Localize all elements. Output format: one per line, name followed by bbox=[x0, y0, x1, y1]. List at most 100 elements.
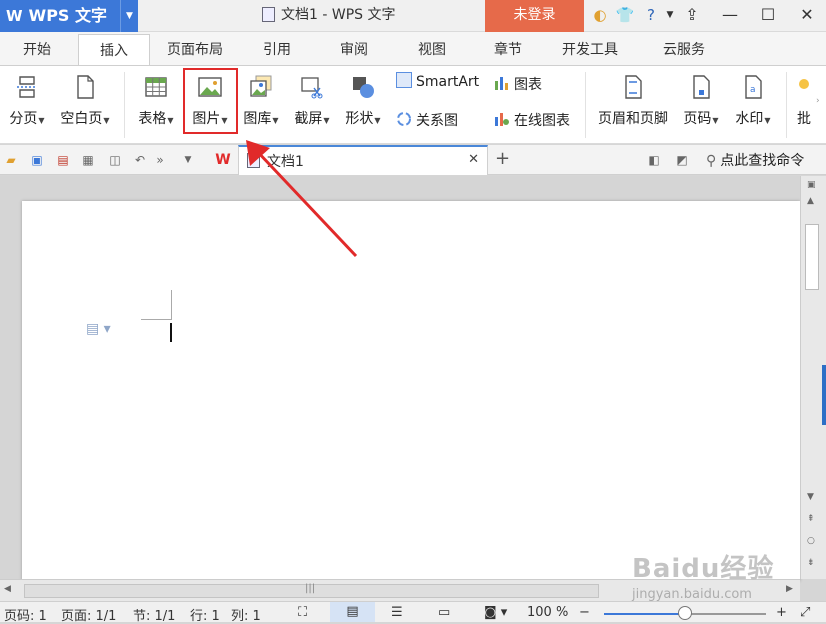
window-title-text: 文档1 - WPS 文字 bbox=[281, 7, 396, 23]
document-page[interactable]: ▤ ▾ bbox=[22, 201, 800, 581]
full-screen-icon[interactable]: ⛶ bbox=[298, 605, 307, 620]
header-footer-label: 页眉和页脚 bbox=[598, 111, 668, 127]
sync-icon[interactable]: ◐ bbox=[590, 5, 610, 25]
open-icon[interactable]: ▰ bbox=[3, 152, 19, 168]
page-break-button[interactable]: 分页▼ bbox=[4, 74, 50, 128]
tab-review[interactable]: 审阅 bbox=[326, 34, 382, 65]
header-footer-button[interactable]: 页眉和页脚 bbox=[594, 74, 672, 128]
zoom-in-icon[interactable]: + bbox=[776, 605, 787, 620]
tab-page-layout[interactable]: 页面布局 bbox=[158, 34, 232, 65]
watermark-icon: a bbox=[745, 75, 762, 99]
customize-quick-icon[interactable]: ▼ bbox=[180, 152, 196, 168]
new-tab-icon[interactable]: + bbox=[495, 148, 510, 169]
table-icon bbox=[145, 77, 167, 97]
screenshot-button[interactable]: 截屏▼ bbox=[289, 74, 335, 128]
vertical-scroll-thumb[interactable] bbox=[805, 224, 819, 290]
close-tab-icon[interactable]: ✕ bbox=[468, 152, 479, 167]
ribbon-separator bbox=[786, 72, 787, 138]
zoom-level[interactable]: 100 % bbox=[527, 605, 568, 620]
screenshot-icon bbox=[301, 77, 323, 99]
tab-home[interactable]: 开始 bbox=[8, 34, 66, 65]
web-view-icon[interactable]: ▭ bbox=[438, 605, 450, 620]
online-chart-button[interactable]: 在线图表 bbox=[494, 110, 570, 130]
status-page: 页面: 1/1 bbox=[61, 609, 117, 624]
zoom-slider-fill bbox=[604, 613, 685, 615]
more-quick-icon[interactable]: » bbox=[152, 152, 168, 168]
gallery-button[interactable]: 图库▼ bbox=[238, 74, 284, 128]
next-page-icon[interactable]: ⇟ bbox=[807, 558, 815, 568]
horizontal-scroll-thumb[interactable]: ||| bbox=[24, 583, 599, 598]
command-search[interactable]: ⚲ 点此查找命令 bbox=[706, 150, 804, 170]
document-icon bbox=[247, 153, 260, 168]
page-number-button[interactable]: 页码▼ bbox=[680, 74, 722, 128]
text-cursor bbox=[170, 323, 172, 342]
scroll-right-icon[interactable]: ▶ bbox=[786, 584, 793, 594]
undo-icon[interactable]: ↶ bbox=[132, 152, 148, 168]
page-view-icon[interactable]: ▤ bbox=[330, 602, 375, 622]
login-button[interactable]: 未登录 bbox=[485, 0, 584, 32]
browse-object-icon[interactable]: ○ bbox=[807, 536, 815, 546]
previous-page-icon[interactable]: ⇞ bbox=[807, 514, 815, 524]
tab-view[interactable]: 视图 bbox=[405, 34, 459, 65]
minimize-to-tray-icon[interactable]: ⇪ bbox=[675, 0, 709, 30]
page-break-label: 分页 bbox=[9, 111, 38, 127]
wps-logo-icon[interactable]: W bbox=[215, 152, 231, 168]
watermark-url: jingyan.baidu.com bbox=[632, 587, 752, 602]
search-icon: ⚲ bbox=[706, 153, 717, 169]
tab-list-icon[interactable]: ◩ bbox=[674, 152, 690, 168]
smartart-icon bbox=[396, 72, 412, 88]
document-tab[interactable]: 文档1 ✕ bbox=[238, 145, 488, 175]
scroll-down-icon[interactable]: ▼ bbox=[807, 492, 814, 502]
document-icon bbox=[262, 6, 275, 22]
close-icon[interactable]: ✕ bbox=[790, 0, 824, 30]
fit-page-icon[interactable]: ⤢ bbox=[800, 605, 810, 620]
relation-chart-icon bbox=[397, 112, 411, 126]
print-icon[interactable]: ▦ bbox=[80, 152, 96, 168]
ribbon-tabs: 开始 插入 页面布局 引用 审阅 视图 章节 开发工具 云服务 bbox=[0, 32, 826, 65]
app-name: WPS 文字 bbox=[28, 6, 108, 25]
tab-insert[interactable]: 插入 bbox=[78, 34, 150, 65]
maximize-icon[interactable]: ☐ bbox=[751, 0, 785, 30]
scroll-left-icon[interactable]: ◀ bbox=[4, 584, 11, 594]
outline-view-icon[interactable]: ☰ bbox=[391, 605, 403, 620]
watermark-button[interactable]: a 水印▼ bbox=[730, 74, 776, 128]
gallery-icon bbox=[250, 75, 272, 97]
shapes-icon bbox=[353, 77, 374, 98]
save-icon[interactable]: ▣ bbox=[29, 152, 45, 168]
tab-section[interactable]: 章节 bbox=[480, 34, 536, 65]
split-view-icon[interactable]: ▣ bbox=[807, 180, 816, 190]
blank-page-button[interactable]: 空白页▼ bbox=[56, 74, 114, 128]
header-footer-icon bbox=[625, 75, 642, 99]
paste-options-icon[interactable]: ▤ ▾ bbox=[86, 321, 111, 337]
ribbon-separator bbox=[585, 72, 586, 138]
page-number-icon bbox=[693, 75, 710, 99]
ribbon-insert: 分页▼ 空白页▼ 表格▼ 图片▼ 图库▼ 截屏▼ 形状▼ SmartArt 图表… bbox=[0, 65, 826, 144]
minimize-icon[interactable]: — bbox=[713, 0, 747, 30]
cloud-doc-icon[interactable]: ◧ bbox=[646, 152, 662, 168]
blank-page-icon bbox=[77, 75, 94, 99]
smartart-button[interactable]: SmartArt bbox=[396, 72, 479, 90]
tab-cloud[interactable]: 云服务 bbox=[644, 34, 724, 65]
print-preview-icon[interactable]: ◫ bbox=[107, 152, 123, 168]
tab-developer[interactable]: 开发工具 bbox=[555, 34, 625, 65]
watermark-logo: Baidu经验 bbox=[632, 554, 775, 584]
shapes-button[interactable]: 形状▼ bbox=[340, 74, 386, 128]
side-panel-handle[interactable] bbox=[822, 365, 826, 425]
comment-button[interactable]: 批 bbox=[794, 74, 814, 128]
app-menu-dropdown-icon[interactable]: ▼ bbox=[120, 0, 138, 32]
zoom-out-icon[interactable]: − bbox=[579, 605, 590, 620]
tab-references[interactable]: 引用 bbox=[250, 34, 304, 65]
chart-button[interactable]: 图表 bbox=[494, 74, 542, 94]
export-pdf-icon[interactable]: ▤ bbox=[55, 152, 71, 168]
zoom-slider-knob[interactable] bbox=[678, 606, 692, 620]
quick-access-bar: ▰ ▣ ▤ ▦ ◫ ↶ » ▼ W 文档1 ✕ + ◧ ◩ ⚲ 点此查找命令 bbox=[0, 145, 826, 175]
ribbon-scroll-right-icon[interactable]: › bbox=[816, 96, 820, 106]
relation-chart-button[interactable]: 关系图 bbox=[396, 110, 458, 130]
help-icon[interactable]: ? bbox=[641, 5, 661, 25]
table-button[interactable]: 表格▼ bbox=[133, 74, 179, 128]
app-menu-button[interactable]: W WPS 文字 bbox=[0, 0, 120, 32]
scroll-up-icon[interactable]: ▲ bbox=[807, 196, 814, 206]
wps-logo-icon: W bbox=[6, 7, 23, 25]
eye-protection-icon[interactable]: ◙ ▾ bbox=[484, 605, 507, 620]
skin-icon[interactable]: 👕 bbox=[615, 5, 635, 25]
